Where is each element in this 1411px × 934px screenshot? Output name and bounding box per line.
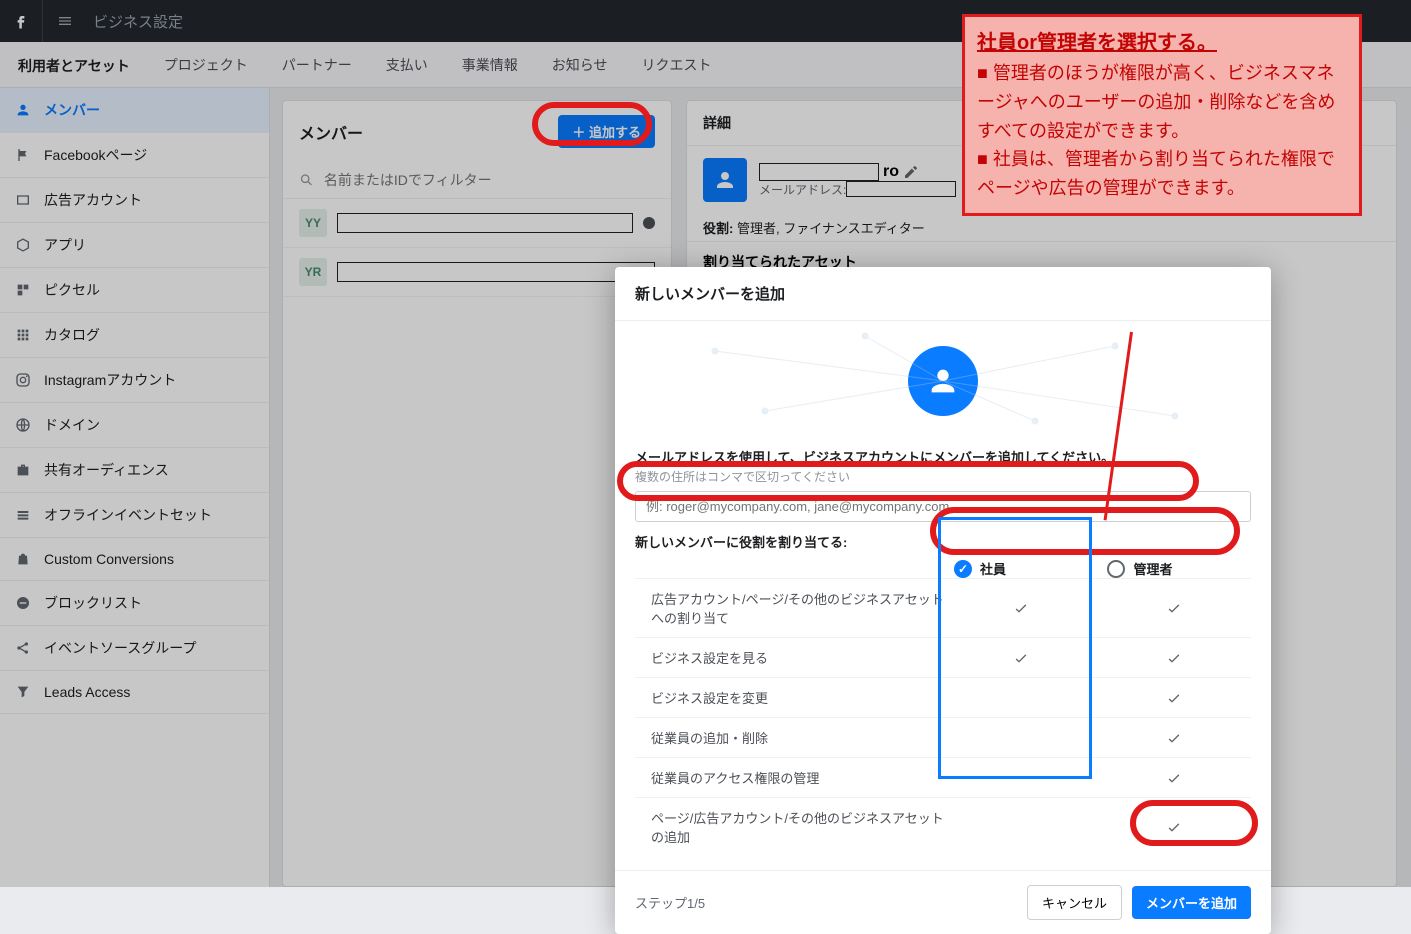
check-cell (1098, 690, 1251, 706)
permission-label: ページ/広告アカウント/その他のビジネスアセットの追加 (635, 808, 944, 846)
permission-label: ビジネス設定を変更 (635, 688, 944, 707)
step-indicator: ステップ1/5 (635, 893, 1027, 912)
annotation-circle (532, 102, 652, 146)
permission-label: 広告アカウント/ページ/その他のビジネスアセットへの割り当て (635, 589, 944, 627)
annotation-callout: 社員or管理者を選択する。 ■ 管理者のほうが権限が高く、ビジネスマネージャへの… (962, 14, 1362, 216)
check-cell (1098, 650, 1251, 666)
check-cell (1098, 770, 1251, 786)
permission-label: ビジネス設定を見る (635, 648, 944, 667)
role-option-admin[interactable]: 管理者 (1097, 559, 1251, 578)
employee-column-highlight (938, 517, 1092, 779)
network-graphic (615, 321, 1271, 441)
modal-title: 新しいメンバーを追加 (615, 267, 1271, 321)
annotation-body-1: ■ 管理者のほうが権限が高く、ビジネスマネージャへのユーザーの追加・削除などを含… (977, 59, 1347, 145)
radio-unchecked-icon (1107, 560, 1125, 578)
annotation-circle (1130, 800, 1258, 846)
check-cell (1098, 730, 1251, 746)
add-member-submit-button[interactable]: メンバーを追加 (1132, 886, 1251, 919)
permission-label: 従業員のアクセス権限の管理 (635, 768, 944, 787)
annotation-body-2: ■ 社員は、管理者から割り当てられた権限でページや広告の管理ができます。 (977, 145, 1347, 203)
check-cell (1098, 600, 1251, 616)
modal-hero (615, 321, 1271, 441)
permission-label: 従業員の追加・削除 (635, 728, 944, 747)
cancel-button[interactable]: キャンセル (1027, 885, 1122, 920)
annotation-headline: 社員or管理者を選択する。 (977, 27, 1347, 59)
